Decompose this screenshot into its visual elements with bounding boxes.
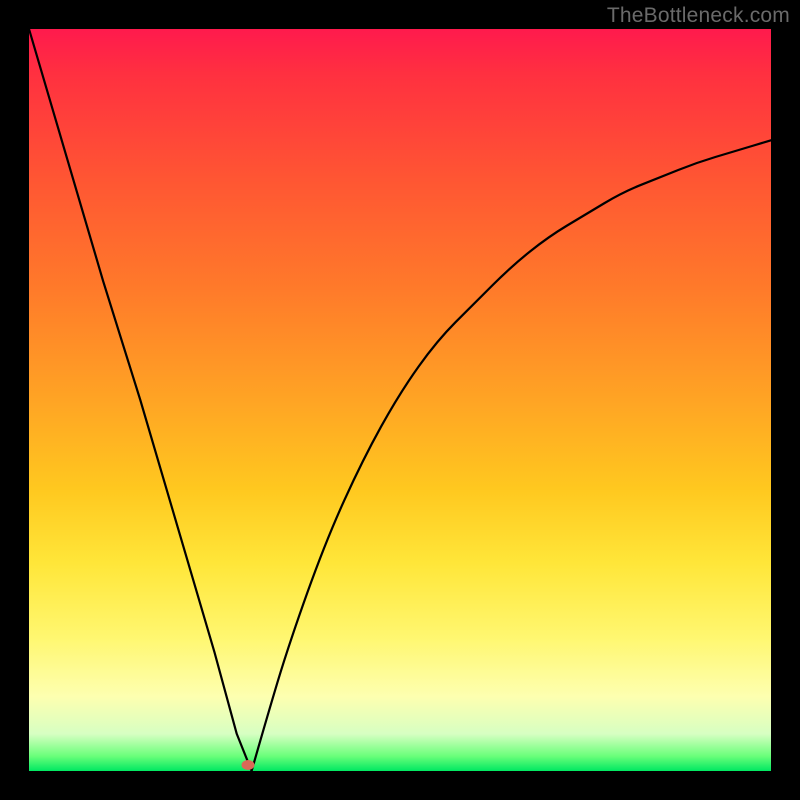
plot-area xyxy=(29,29,771,771)
min-point-marker xyxy=(241,760,254,770)
chart-frame: TheBottleneck.com xyxy=(0,0,800,800)
curve-path xyxy=(29,29,771,771)
bottleneck-curve xyxy=(29,29,771,771)
watermark-text: TheBottleneck.com xyxy=(607,4,790,28)
